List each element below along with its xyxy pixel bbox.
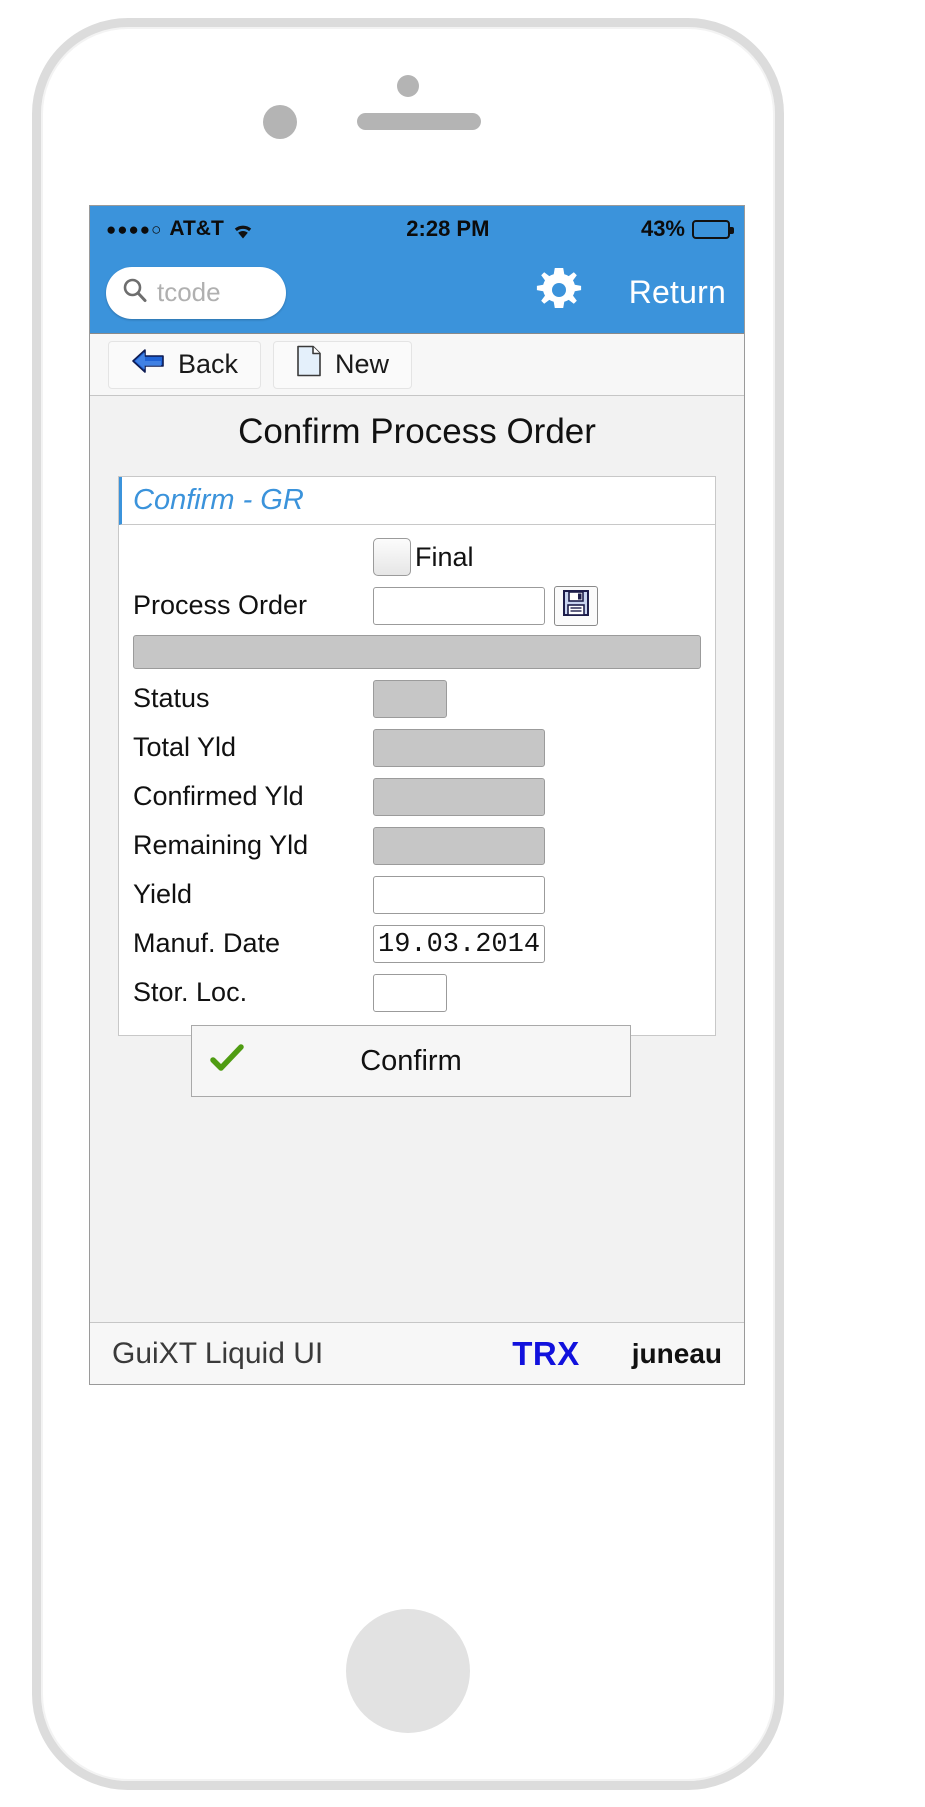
form-row: Total Yld — [133, 723, 701, 772]
order-description-bar — [133, 635, 701, 669]
form-row: Status — [133, 674, 701, 723]
field-input — [373, 827, 545, 865]
gear-icon — [531, 262, 587, 323]
earpiece-speaker — [357, 113, 481, 130]
form-row: Yield — [133, 870, 701, 919]
field-input — [373, 729, 545, 767]
form-field-rows: Status Total Yld Confirmed Yld Remaining Yl… — [133, 674, 701, 1017]
footer-brand-label: GuiXT Liquid UI — [112, 1337, 323, 1371]
field-input[interactable] — [373, 974, 447, 1012]
battery-percent-label: 43% — [641, 216, 685, 242]
tcode-search-box[interactable] — [106, 267, 286, 319]
action-toolbar: Back New — [90, 334, 744, 396]
tcode-search-input[interactable] — [157, 277, 267, 308]
ios-status-bar: ●●●●○ AT&T 2:28 PM 43% — [90, 206, 744, 252]
back-arrow-icon — [131, 348, 165, 381]
status-bar-right: 43% — [641, 216, 730, 242]
field-label: Manuf. Date — [133, 928, 373, 959]
process-order-input[interactable] — [373, 587, 545, 625]
form-row: Stor. Loc. — [133, 968, 701, 1017]
clock: 2:28 PM — [255, 216, 641, 242]
field-label: Stor. Loc. — [133, 977, 373, 1008]
field-label: Confirmed Yld — [133, 781, 373, 812]
form-section-header: Confirm - GR — [119, 477, 715, 525]
form-row: Manuf. Date19.03.2014 — [133, 919, 701, 968]
new-button-label: New — [335, 349, 389, 380]
field-value: 19.03.2014 — [374, 926, 544, 964]
home-button[interactable] — [346, 1609, 470, 1733]
final-label: Final — [415, 542, 474, 573]
signal-strength-dots: ●●●●○ — [106, 221, 162, 238]
document-icon — [296, 345, 322, 384]
field-label: Yield — [133, 879, 373, 910]
field-label: Status — [133, 683, 373, 714]
battery-icon — [692, 220, 730, 239]
field-input[interactable]: 19.03.2014 — [373, 925, 545, 963]
confirm-button-label: Confirm — [192, 1045, 630, 1078]
phone-frame: ●●●●○ AT&T 2:28 PM 43% — [32, 18, 784, 1790]
status-bar-left: ●●●●○ AT&T — [106, 217, 255, 241]
front-camera-dot — [397, 75, 419, 97]
confirm-button[interactable]: Confirm — [191, 1025, 631, 1097]
back-button-label: Back — [178, 349, 238, 380]
confirm-form-card: Confirm - GR Final Process Order — [118, 476, 716, 1036]
form-row: Remaining Yld — [133, 821, 701, 870]
return-button[interactable]: Return — [629, 274, 726, 311]
confirm-button-row: Confirm — [133, 1017, 701, 1097]
carrier-name: AT&T — [169, 217, 223, 241]
field-label: Remaining Yld — [133, 830, 373, 861]
field-input — [373, 680, 447, 718]
field-input — [373, 778, 545, 816]
process-order-label: Process Order — [133, 590, 373, 621]
app-nav-bar: Return — [90, 252, 744, 334]
field-label: Total Yld — [133, 732, 373, 763]
field-input[interactable] — [373, 876, 545, 914]
back-button[interactable]: Back — [108, 341, 261, 389]
new-button[interactable]: New — [273, 341, 412, 389]
footer-host-label: juneau — [632, 1338, 722, 1370]
settings-button[interactable] — [531, 262, 587, 323]
search-icon — [122, 277, 148, 308]
wifi-icon — [231, 220, 255, 239]
form-row: Confirmed Yld — [133, 772, 701, 821]
process-order-row: Process Order — [133, 581, 701, 630]
final-row: Final — [133, 533, 701, 581]
sensor-dot — [263, 105, 297, 139]
footer-trx-label: TRX — [512, 1335, 580, 1373]
form-section-title: Confirm - GR — [133, 484, 304, 517]
app-footer: GuiXT Liquid UI TRX juneau — [90, 1322, 744, 1384]
save-disk-icon — [562, 589, 590, 622]
order-description-bar-row — [133, 630, 701, 674]
form-body: Final Process Order — [119, 525, 715, 1097]
page-title: Confirm Process Order — [90, 396, 744, 470]
phone-screen: ●●●●○ AT&T 2:28 PM 43% — [89, 205, 745, 1385]
process-order-lookup-button[interactable] — [554, 586, 598, 626]
final-checkbox[interactable] — [373, 538, 411, 576]
